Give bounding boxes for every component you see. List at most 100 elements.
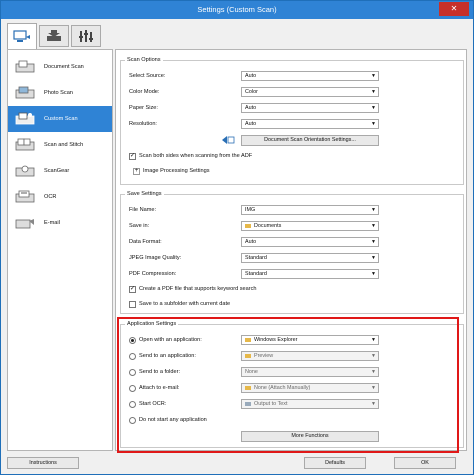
resolution-value: Auto <box>245 121 257 127</box>
chevron-down-icon: ▼ <box>371 271 376 277</box>
sidebar-item-ocr[interactable]: OCR <box>8 184 112 210</box>
close-icon: ✕ <box>450 4 458 13</box>
close-button[interactable]: ✕ <box>439 2 469 16</box>
file-name-dropdown[interactable]: IMG ▼ <box>241 205 379 215</box>
file-name-label: File Name: <box>129 207 157 213</box>
keyword-pdf-label: Create a PDF file that supports keyword … <box>139 286 257 292</box>
chevron-down-icon: ▼ <box>371 255 376 261</box>
jpeg-quality-label: JPEG Image Quality: <box>129 255 182 261</box>
save-settings-title: Save Settings <box>125 191 164 197</box>
preview-icon <box>245 353 251 358</box>
orientation-icon <box>221 135 235 147</box>
save-settings-group: Save Settings File Name: IMG ▼ Save in: D… <box>120 191 464 314</box>
tab-strip <box>7 23 467 49</box>
title-bar: Settings (Custom Scan) ✕ <box>1 1 473 19</box>
application-settings-title: Application Settings <box>125 321 179 327</box>
no-app-radio[interactable] <box>129 417 136 424</box>
select-source-dropdown[interactable]: Auto ▼ <box>241 71 379 81</box>
send-folder-radio[interactable] <box>129 369 136 376</box>
chevron-down-icon: ▼ <box>371 337 376 343</box>
chevron-down-icon: ▼ <box>371 73 376 79</box>
subfolder-checkbox[interactable] <box>129 301 136 308</box>
tab-scan-from-panel[interactable] <box>39 25 69 47</box>
scan-both-sides-checkbox[interactable]: ✓ <box>129 153 136 160</box>
chevron-down-icon: ▼ <box>371 121 376 127</box>
sidebar-item-label: Document Scan <box>44 64 84 70</box>
sidebar-item-email[interactable]: E-mail <box>8 210 112 236</box>
defaults-button[interactable]: Defaults <box>304 457 366 469</box>
send-app-value: Preview <box>254 353 274 359</box>
send-app-dropdown[interactable]: Preview ▼ <box>241 351 379 361</box>
mail-icon <box>245 385 251 390</box>
start-ocr-label: Start OCR: <box>139 401 167 407</box>
paper-size-value: Auto <box>245 105 257 111</box>
sidebar-item-label: ScanGear <box>44 168 70 174</box>
ok-button[interactable]: OK <box>394 457 456 469</box>
save-in-value: Documents <box>254 223 282 229</box>
open-app-dropdown[interactable]: Windows Explorer ▼ <box>241 335 379 345</box>
save-in-label: Save in: <box>129 223 150 229</box>
jpeg-quality-dropdown[interactable]: Standard ▼ <box>241 253 379 263</box>
color-mode-value: Color <box>245 89 258 95</box>
send-folder-dropdown[interactable]: None ▼ <box>241 367 379 377</box>
start-ocr-radio[interactable] <box>129 401 136 408</box>
settings-panel: Scan Options Select Source: Auto ▼ Color … <box>115 49 467 451</box>
paper-size-dropdown[interactable]: Auto ▼ <box>241 103 379 113</box>
pdf-compression-label: PDF Compression: <box>129 271 177 277</box>
explorer-icon <box>245 337 251 342</box>
sidebar: Document Scan Photo Scan Custom Scan Sca… <box>7 49 113 451</box>
more-functions-button[interactable]: More Functions <box>241 431 379 442</box>
sidebar-item-scan-and-stitch[interactable]: Scan and Stitch <box>8 132 112 158</box>
pdf-compression-dropdown[interactable]: Standard ▼ <box>241 269 379 279</box>
sidebar-item-label: Scan and Stitch <box>44 142 84 148</box>
general-settings-icon <box>79 30 93 42</box>
send-app-label: Send to an application: <box>139 353 196 359</box>
attach-email-dropdown[interactable]: None (Attach Manually) ▼ <box>241 383 379 393</box>
sidebar-item-scangear[interactable]: ScanGear <box>8 158 112 184</box>
sidebar-item-label: Custom Scan <box>44 116 78 122</box>
sidebar-item-photo-scan[interactable]: Photo Scan <box>8 80 112 106</box>
send-folder-label: Send to a folder: <box>139 369 181 375</box>
select-source-label: Select Source: <box>129 73 166 79</box>
keyword-pdf-checkbox[interactable]: ✓ <box>129 286 136 293</box>
ocr-output-icon <box>245 401 251 406</box>
settings-window: Settings (Custom Scan) ✕ Document Scan P… <box>0 0 474 475</box>
ocr-icon <box>14 189 36 205</box>
attach-email-value: None (Attach Manually) <box>254 385 311 391</box>
orientation-settings-button[interactable]: Document Scan Orientation Settings... <box>241 135 379 146</box>
chevron-down-icon: ▼ <box>371 353 376 359</box>
instructions-button[interactable]: Instructions <box>7 457 79 469</box>
scan-options-title: Scan Options <box>125 57 163 63</box>
sidebar-item-label: OCR <box>44 194 57 200</box>
sidebar-item-label: Photo Scan <box>44 90 73 96</box>
data-format-dropdown[interactable]: Auto ▼ <box>241 237 379 247</box>
expand-icon[interactable]: + <box>133 168 140 175</box>
document-scan-icon <box>14 59 36 75</box>
tab-scan-from-computer[interactable] <box>7 23 37 49</box>
sidebar-item-document-scan[interactable]: Document Scan <box>8 54 112 80</box>
sidebar-item-label: E-mail <box>44 220 60 226</box>
tab-general-settings[interactable] <box>71 25 101 47</box>
data-format-value: Auto <box>245 239 257 245</box>
no-app-label: Do not start any application <box>139 417 207 423</box>
chevron-down-icon: ▼ <box>371 89 376 95</box>
scan-both-sides-label: Scan both sides when scanning from the A… <box>139 153 253 159</box>
chevron-down-icon: ▼ <box>371 239 376 245</box>
attach-email-label: Attach to e-mail: <box>139 385 180 391</box>
chevron-down-icon: ▼ <box>371 223 376 229</box>
open-app-value: Windows Explorer <box>254 337 298 343</box>
save-in-dropdown[interactable]: Documents ▼ <box>241 221 379 231</box>
scan-and-stitch-icon <box>14 137 36 153</box>
open-app-label: Open with an application: <box>139 337 202 343</box>
send-app-radio[interactable] <box>129 353 136 360</box>
chevron-down-icon: ▼ <box>371 369 376 375</box>
sidebar-item-custom-scan[interactable]: Custom Scan <box>8 106 112 132</box>
application-settings-group: Application Settings Open with an applic… <box>120 321 464 448</box>
select-source-value: Auto <box>245 73 257 79</box>
attach-email-radio[interactable] <box>129 385 136 392</box>
send-folder-value: None <box>245 369 258 375</box>
open-app-radio[interactable] <box>129 337 136 344</box>
resolution-dropdown[interactable]: Auto ▼ <box>241 119 379 129</box>
start-ocr-dropdown[interactable]: Output to Text ▼ <box>241 399 379 409</box>
color-mode-dropdown[interactable]: Color ▼ <box>241 87 379 97</box>
